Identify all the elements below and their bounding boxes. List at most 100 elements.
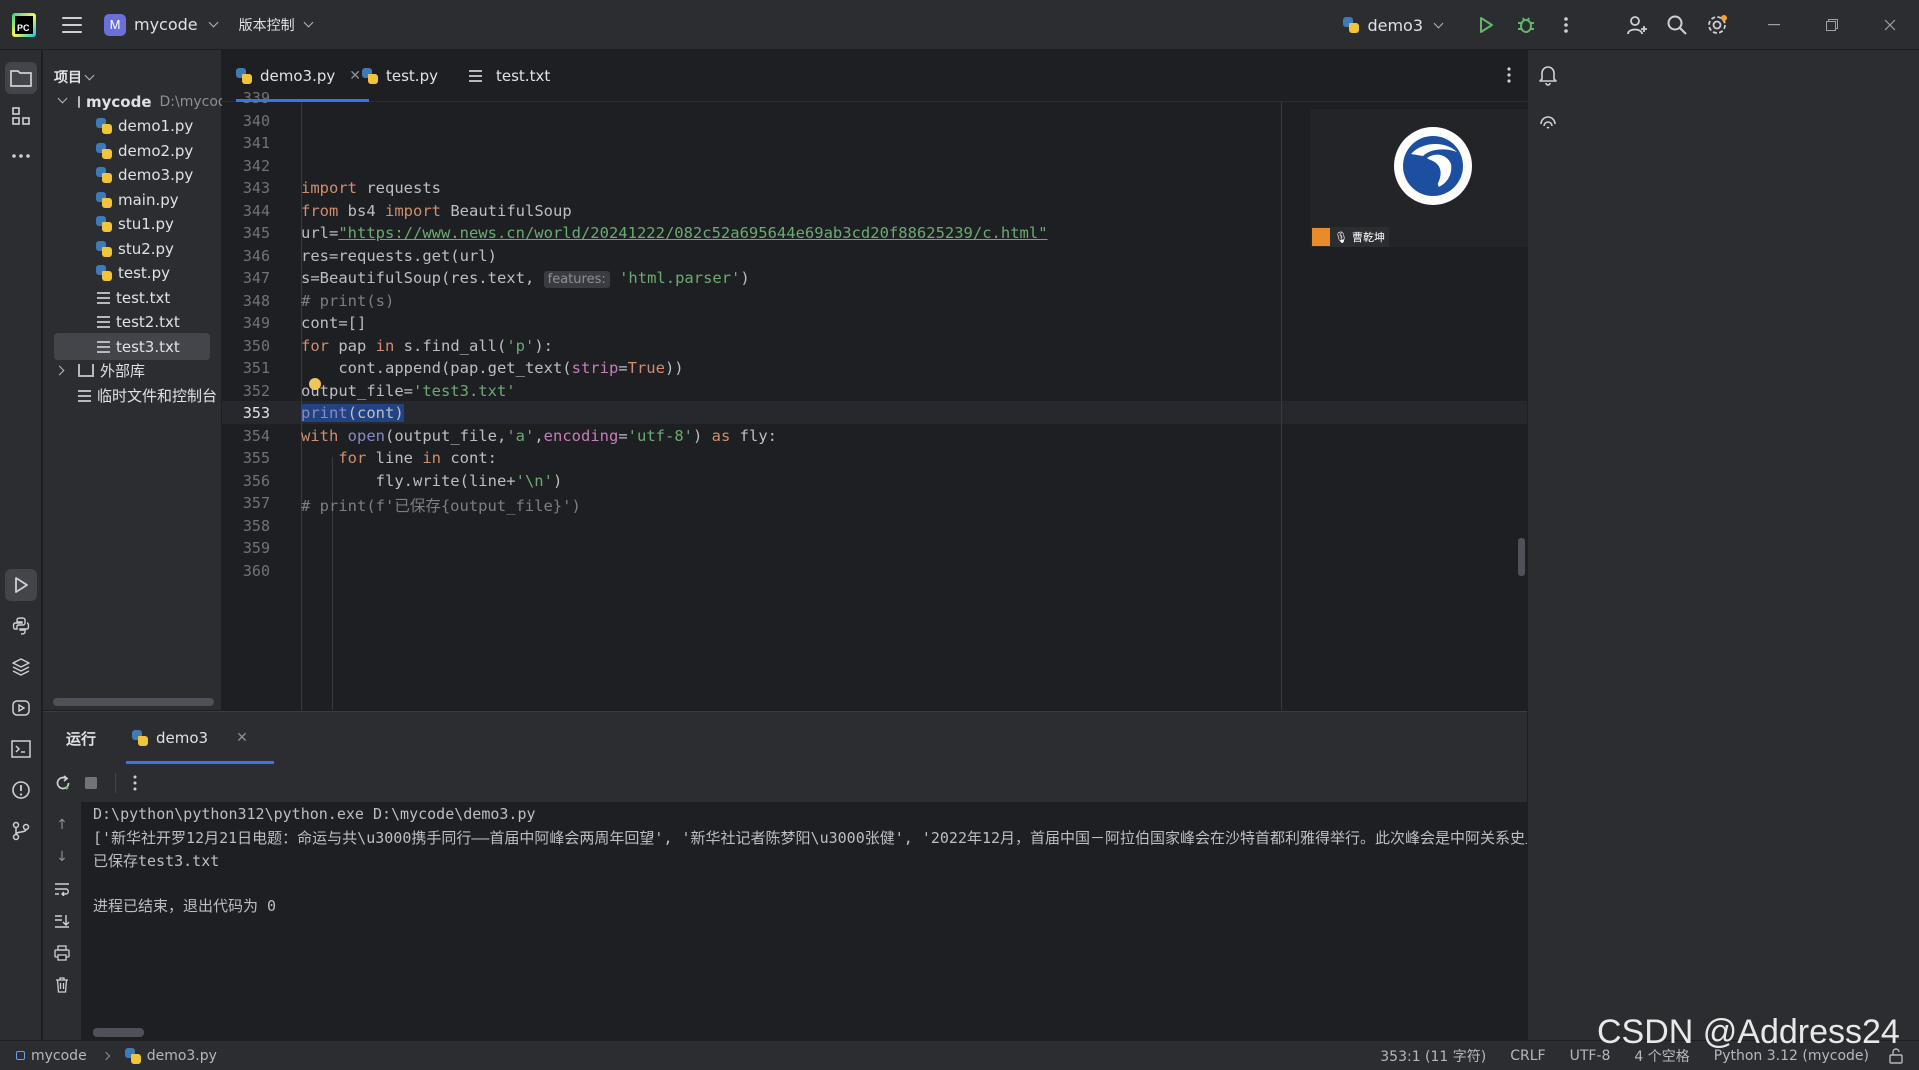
square-icon xyxy=(16,1051,25,1060)
play-icon xyxy=(1480,17,1493,33)
python-file-icon xyxy=(96,240,112,257)
structure-tool-button[interactable] xyxy=(5,100,37,132)
console-line: 已保存test3.txt xyxy=(93,852,220,870)
tree-file[interactable]: stu2.py xyxy=(43,235,221,262)
notifications-button[interactable] xyxy=(1538,64,1558,90)
tree-file[interactable]: main.py xyxy=(43,186,221,213)
tree-file[interactable]: test.py xyxy=(43,259,221,286)
parameter-hint: features: xyxy=(543,271,610,288)
console-scrollbar[interactable] xyxy=(93,1028,144,1037)
blue-logo-icon xyxy=(1403,136,1463,196)
scroll-to-end-icon[interactable] xyxy=(53,912,71,930)
tree-file[interactable]: demo2.py xyxy=(43,137,221,164)
main-menu-icon[interactable] xyxy=(62,15,82,35)
python-packages-button[interactable] xyxy=(5,651,37,683)
python-file-icon xyxy=(96,264,112,281)
console-line: D:\python\python312\python.exe D:\mycode… xyxy=(93,805,536,823)
terminal-button[interactable] xyxy=(5,733,37,765)
minimize-icon xyxy=(1768,24,1780,26)
chevron-down-icon xyxy=(1433,18,1444,28)
soft-wrap-icon[interactable] xyxy=(53,880,71,898)
minimize-button[interactable] xyxy=(1745,0,1803,50)
tree-file-selected[interactable]: test3.txt xyxy=(54,333,210,360)
search-button[interactable] xyxy=(1666,14,1688,36)
bug-icon xyxy=(1518,17,1534,33)
tree-file[interactable]: demo3.py xyxy=(43,161,221,188)
vcs-menu[interactable]: 版本控制 xyxy=(239,15,314,35)
tree-file-label: test.txt xyxy=(116,288,171,307)
project-switcher[interactable]: M mycode xyxy=(104,13,219,36)
chevron-down-icon xyxy=(303,17,314,28)
branch-icon xyxy=(12,821,30,841)
tree-file-label: stu2.py xyxy=(118,239,174,258)
floating-video-overlay: 🎙 曹乾坤 xyxy=(1310,109,1556,247)
tree-external-libraries[interactable]: 外部库 xyxy=(43,357,221,384)
code-editor: demo3.py ✕ test.py test.txt 339 340 341 … xyxy=(222,50,1556,710)
layers-icon xyxy=(12,658,30,676)
speaker-tag: 🎙 曹乾坤 xyxy=(1312,227,1389,247)
breadcrumb-project[interactable]: mycode xyxy=(31,1048,87,1064)
close-tab-icon[interactable]: ✕ xyxy=(236,730,248,746)
run-tool-button[interactable] xyxy=(5,569,37,601)
problems-button[interactable] xyxy=(5,774,37,806)
url-link[interactable]: "https://www.news.cn/world/20241222/082c… xyxy=(338,224,1047,242)
code-line-345: url="https://www.news.cn/world/20241222/… xyxy=(301,224,1048,242)
tree-file[interactable]: test2.txt xyxy=(43,308,221,335)
left-tool-strip xyxy=(0,50,42,1040)
more-vertical-icon xyxy=(1564,17,1568,33)
stop-button[interactable] xyxy=(81,773,101,793)
git-button[interactable] xyxy=(5,815,37,847)
more-actions-button[interactable] xyxy=(1555,14,1577,36)
ai-assistant-button[interactable] xyxy=(1538,114,1558,138)
stop-icon xyxy=(85,777,97,789)
console-line: ['新华社开罗12月21日电题：命运与共\u3000携手同行——首届中阿峰会两周… xyxy=(93,829,1527,847)
tree-file-label: demo2.py xyxy=(118,141,194,160)
run-tab-label: demo3 xyxy=(156,729,209,747)
print-icon[interactable] xyxy=(53,944,71,962)
code-line-347: s=BeautifulSoup(res.text, features: 'htm… xyxy=(301,269,750,288)
restore-button[interactable] xyxy=(1803,0,1861,50)
run-button[interactable] xyxy=(1475,14,1497,36)
tree-root-mycode[interactable]: mycode D:\mycode xyxy=(43,88,235,115)
right-tool-strip xyxy=(1528,50,1919,1040)
add-user-button[interactable] xyxy=(1626,14,1648,36)
services-button[interactable] xyxy=(5,692,37,724)
code-line-349: cont=[] xyxy=(301,314,367,332)
restore-icon xyxy=(1826,19,1838,31)
code-line-354: with open(output_file,'a',encoding='utf-… xyxy=(301,427,778,445)
close-window-button[interactable] xyxy=(1861,0,1919,50)
breadcrumb: mycode demo3.py xyxy=(16,1047,217,1064)
debug-button[interactable] xyxy=(1515,14,1537,36)
tree-file[interactable]: test.txt xyxy=(43,284,221,311)
breadcrumb-file[interactable]: demo3.py xyxy=(147,1048,217,1064)
toolbar-divider xyxy=(115,773,116,793)
tree-file[interactable]: stu1.py xyxy=(43,210,221,237)
rerun-button[interactable] xyxy=(53,773,73,793)
tree-scratches[interactable]: 临时文件和控制台 xyxy=(43,382,221,409)
python-console-icon xyxy=(12,617,30,635)
python-console-button[interactable] xyxy=(5,610,37,642)
run-more-button[interactable] xyxy=(130,773,140,793)
run-config-selector[interactable]: demo3 xyxy=(1343,16,1444,35)
project-scrollbar[interactable] xyxy=(53,698,214,706)
code-line-344: from bs4 import BeautifulSoup xyxy=(301,202,572,220)
caret-position[interactable]: 353:1 (11 字符) xyxy=(1380,1046,1486,1066)
editor-scrollbar[interactable] xyxy=(1518,538,1525,576)
arrow-down-icon[interactable]: ↓ xyxy=(53,848,71,866)
project-tool-button[interactable] xyxy=(5,62,37,94)
search-icon xyxy=(1667,15,1687,35)
console-output[interactable]: D:\python\python312\python.exe D:\mycode… xyxy=(93,802,1527,1041)
run-tab-demo3[interactable]: demo3 ✕ xyxy=(126,712,274,764)
more-tools-button[interactable] xyxy=(5,140,37,172)
line-separator[interactable]: CRLF xyxy=(1510,1048,1545,1064)
text-file-icon xyxy=(97,315,110,328)
run-toolbar xyxy=(43,764,1527,802)
chevron-right-icon xyxy=(54,365,65,376)
settings-button[interactable] xyxy=(1706,14,1728,36)
tree-file[interactable]: demo1.py xyxy=(43,112,221,139)
trash-icon[interactable] xyxy=(53,976,71,994)
text-file-icon xyxy=(97,291,110,304)
arrow-up-icon[interactable]: ↑ xyxy=(53,816,71,834)
intention-bulb-icon[interactable] xyxy=(309,378,321,390)
tree-file-label: test.py xyxy=(118,263,170,282)
